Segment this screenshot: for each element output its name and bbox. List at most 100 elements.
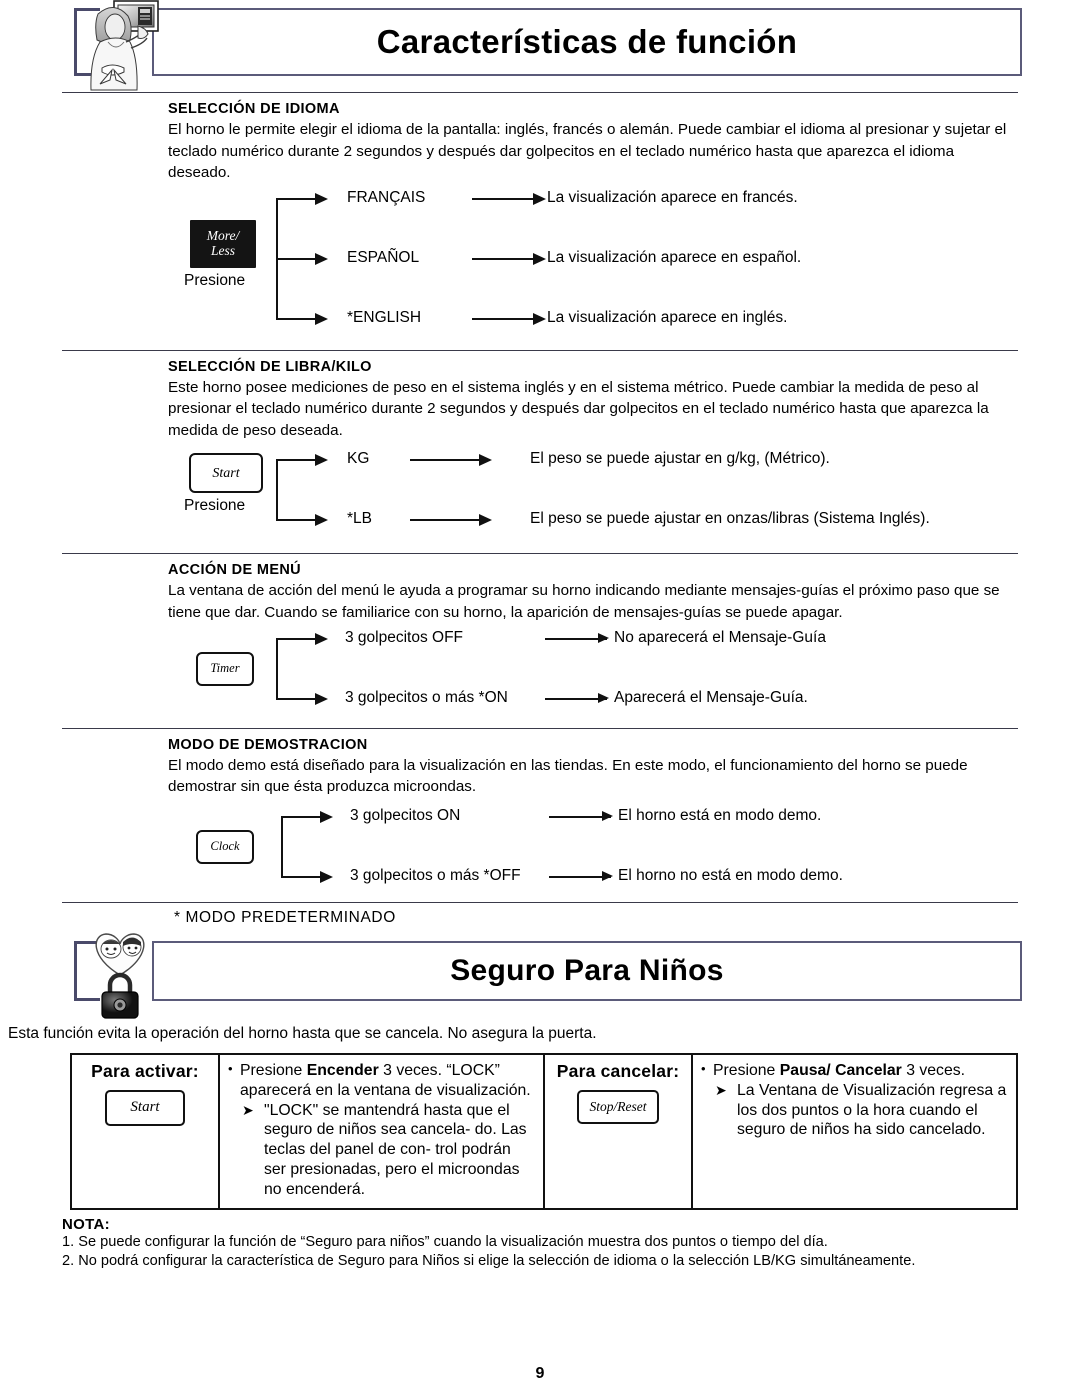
bullet-dot-icon: •	[228, 1060, 233, 1076]
page-number: 9	[535, 1365, 545, 1382]
features-title-box: Características de función	[152, 8, 1022, 76]
demo-option-1: 3 golpecitos ON	[350, 806, 461, 824]
cancel-body-cell: • Presione Pausa/ Cancelar 3 veces. ➤ La…	[691, 1052, 1018, 1211]
clock-key-label: Clock	[210, 839, 240, 854]
menu-branch-arrow-1	[276, 632, 328, 645]
activate-body-cell: • Presione Encender 3 veces. “LOCK” apar…	[218, 1052, 545, 1211]
cancel-bullet-bold: Pausa/ Cancelar	[779, 1061, 902, 1079]
weight-branch-trunk	[276, 459, 278, 522]
activate-bullet-bold: Encender	[306, 1061, 379, 1079]
weight-result-arrow-2	[410, 514, 492, 527]
footnote-row: * MODO PREDETERMINADO	[62, 903, 1018, 935]
block-demo-mode-heading: MODO DE DEMOSTRACION	[168, 736, 368, 753]
language-result-arrow-1	[472, 192, 546, 205]
block-demo-mode: MODO DE DEMOSTRACION El modo demo está d…	[62, 737, 1018, 798]
weight-result-arrow-1	[410, 454, 492, 467]
block-menu-action-paragraph: La ventana de acción del menú le ayuda a…	[168, 582, 1000, 622]
start-key-weight-label: Start	[212, 465, 240, 481]
language-result-3: La visualización aparece en inglés.	[547, 308, 788, 326]
weight-option-2: *LB	[347, 510, 372, 528]
timer-key-label: Timer	[210, 660, 240, 675]
menu-result-2: Aparecerá el Mensaje-Guía.	[614, 688, 808, 706]
language-result-2: La visualización aparece en español.	[547, 248, 802, 266]
block-language: SELECCIÓN DE IDIOMA El horno le permite …	[62, 101, 1018, 184]
weight-branch-arrow-1	[276, 454, 328, 467]
language-branch-arrow-1	[276, 192, 328, 205]
language-result-arrow-3	[472, 312, 546, 325]
table-row: Para activar: Start • Presione Encender …	[70, 1052, 1018, 1211]
arrow-bullet-icon: ➤	[242, 1101, 254, 1118]
note-item-1: 1. Se puede configurar la función de “Se…	[62, 1234, 828, 1251]
divider-under-banner	[62, 92, 1018, 93]
language-result-arrow-2	[472, 252, 546, 265]
stop-reset-key-lock[interactable]: Stop/Reset	[577, 1089, 659, 1124]
activate-bullet-text: Presione Encender 3 veces. “LOCK” aparec…	[240, 1061, 535, 1101]
language-option-1: FRANÇAIS	[347, 188, 426, 206]
cancel-arrow-text: La Ventana de Visualización regresa a lo…	[737, 1081, 1007, 1139]
bullet-dot-icon: •	[701, 1060, 706, 1076]
demo-mode-flow-diagram: Clock 3 golpecitos ON 3 golpecitos o más…	[62, 798, 1018, 906]
menu-result-1: No aparecerá el Mensaje-Guía	[614, 628, 826, 646]
note-block: NOTA: 1. Se puede configurar la función …	[62, 1216, 1018, 1271]
language-branch-arrow-3	[276, 312, 328, 325]
default-mode-footnote: * MODO PREDETERMINADO	[174, 908, 396, 926]
child-lock-table: Para activar: Start • Presione Encender …	[70, 1052, 1018, 1211]
start-key-lock[interactable]: Start	[105, 1089, 185, 1126]
block-demo-mode-paragraph: El modo demo está diseñado para la visua…	[168, 756, 968, 796]
more-less-caption: Presione	[184, 271, 246, 289]
child-lock-intro: Esta función evita la operación del horn…	[8, 1024, 597, 1042]
weight-result-1: El peso se puede ajustar en g/kg, (Métri…	[530, 450, 830, 468]
features-banner: Características de función	[62, 0, 1022, 91]
block-weight-heading: SELECCIÓN DE LIBRA/KILO	[168, 358, 372, 375]
demo-result-arrow-2	[549, 871, 613, 882]
cancel-bullet-text: Presione Pausa/ Cancelar 3 veces.	[713, 1061, 1008, 1081]
cancel-bullet-post: 3 veces.	[901, 1061, 966, 1079]
child-lock-title-box: Seguro Para Niños	[152, 940, 1022, 1001]
demo-branch-trunk	[281, 815, 283, 878]
language-option-2: ESPAÑOL	[347, 248, 420, 266]
block-weight: SELECCIÓN DE LIBRA/KILO Este horno posee…	[62, 359, 1018, 442]
arrow-bullet-icon: ➤	[715, 1081, 727, 1098]
activate-bullet-pre: Presione	[240, 1061, 307, 1079]
demo-result-1: El horno está en modo demo.	[618, 806, 822, 824]
demo-result-arrow-1	[549, 811, 613, 822]
start-key-weight[interactable]: Start	[189, 453, 263, 494]
more-less-key[interactable]: More/ Less	[190, 219, 256, 268]
list-item: ➤ La Ventana de Visualización regresa a …	[701, 1081, 1008, 1141]
block-weight-paragraph: Este horno posee mediciones de peso en e…	[168, 378, 989, 439]
menu-option-1: 3 golpecitos OFF	[345, 628, 464, 646]
cancel-label-cell: Para cancelar: Stop/Reset	[543, 1052, 693, 1211]
menu-branch-trunk	[276, 637, 278, 700]
start-key-caption: Presione	[184, 497, 246, 515]
activate-arrow-text: "LOCK" se mantendrá hasta que el seguro …	[264, 1101, 527, 1199]
more-less-key-line1: More/	[206, 228, 240, 244]
divider-1	[62, 349, 1018, 351]
menu-action-flow-diagram: Timer 3 golpecitos OFF 3 golpecitos o má…	[62, 624, 1018, 728]
language-option-3: *ENGLISH	[347, 308, 422, 326]
child-lock-banner: Seguro Para Niños	[62, 933, 1022, 1019]
block-menu-action: ACCIÓN DE MENÚ La ventana de acción del …	[62, 562, 1018, 623]
cancel-header: Para cancelar:	[556, 1060, 680, 1081]
demo-branch-arrow-1	[281, 810, 333, 823]
cancel-bullet-pre: Presione	[713, 1061, 780, 1079]
demo-result-2: El horno no está en modo demo.	[618, 866, 843, 884]
weight-result-2: El peso se puede ajustar en onzas/libras…	[530, 510, 930, 528]
divider-3	[62, 727, 1018, 729]
menu-option-2: 3 golpecitos o más *ON	[345, 688, 508, 706]
timer-key[interactable]: Timer	[196, 651, 254, 686]
activate-label-cell: Para activar: Start	[70, 1052, 220, 1211]
child-lock-title: Seguro Para Niños	[450, 953, 724, 987]
note-item-2: 2. No podrá configurar la característica…	[62, 1252, 916, 1269]
divider-2	[62, 553, 1018, 555]
menu-branch-arrow-2	[276, 692, 328, 705]
clock-key[interactable]: Clock	[196, 829, 254, 864]
demo-option-2: 3 golpecitos o más *OFF	[350, 866, 521, 884]
menu-result-arrow-2	[545, 693, 609, 704]
weight-branch-arrow-2	[276, 514, 328, 527]
note-header: NOTA:	[62, 1216, 110, 1234]
block-menu-action-heading: ACCIÓN DE MENÚ	[168, 562, 301, 579]
children-heart-padlock-icon	[80, 929, 160, 1021]
block-language-paragraph: El horno le permite elegir el idioma de …	[168, 121, 1007, 182]
list-item: ➤ "LOCK" se mantendrá hasta que el segur…	[228, 1101, 535, 1200]
page-title: Características de función	[376, 23, 798, 60]
